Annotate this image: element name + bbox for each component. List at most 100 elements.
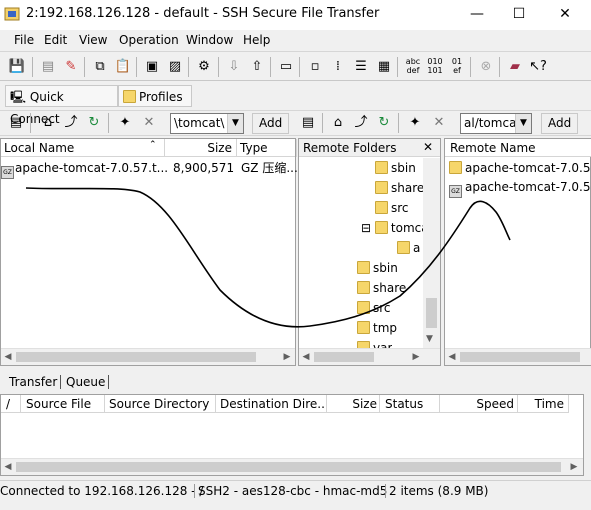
local-path-combo[interactable]: \tomcat\ ▼ [170, 113, 244, 134]
col-direction[interactable]: / [1, 395, 21, 413]
window-icon[interactable]: ▭ [276, 57, 296, 77]
transfer-list[interactable]: / Source File Source Directory Destinati… [0, 394, 584, 476]
menu-window[interactable]: Window [186, 33, 233, 47]
ascii-icon[interactable]: abc def [403, 57, 423, 77]
dropdown-arrow-icon[interactable]: ▼ [227, 114, 243, 133]
sort-chevron-icon: ⌃ [149, 140, 157, 150]
delete-icon[interactable]: ✕ [139, 113, 159, 133]
profiles-button[interactable]: Profiles [118, 85, 192, 107]
tree-item[interactable]: a [397, 239, 420, 257]
tree-vscrollbar[interactable]: ▼ [423, 158, 440, 348]
col-type[interactable]: Type [237, 139, 297, 157]
remote-dropdown-arrow-icon[interactable]: ▼ [515, 114, 531, 133]
remote-folders-pane[interactable]: Remote Folders ✕ sbin share src ⊟ tomcat… [298, 138, 441, 366]
download-icon[interactable]: ⇩ [224, 57, 244, 77]
menu-file[interactable]: File [14, 33, 34, 47]
local-hscrollbar[interactable]: ◀ ▶ [1, 348, 295, 365]
stop-icon[interactable]: ⊗ [476, 57, 496, 77]
paste-icon[interactable]: 📋 [113, 57, 133, 77]
remote-folders-title: Remote Folders [303, 141, 397, 155]
menu-edit[interactable]: Edit [44, 33, 67, 47]
tab-transfer[interactable]: Transfer [9, 375, 62, 389]
menu-view[interactable]: View [79, 33, 107, 47]
tree-item[interactable]: src [375, 199, 409, 217]
parent-folder-icon[interactable]: ⤴ [61, 113, 81, 133]
col-size[interactable]: Size [327, 395, 380, 413]
home-icon[interactable]: ⌂ [38, 113, 58, 133]
print-icon[interactable]: ▤ [38, 57, 58, 77]
context-help-icon[interactable]: ↖? [528, 57, 548, 77]
scroll-left-icon[interactable]: ◀ [1, 349, 15, 365]
upload-icon[interactable]: ⇧ [247, 57, 267, 77]
folder-icon [357, 281, 370, 294]
copy-icon[interactable]: ⧉ [90, 57, 110, 77]
col-local-name[interactable]: Local Name [1, 139, 165, 157]
save-icon[interactable]: 💾 [7, 57, 27, 77]
new-folder-icon[interactable]: ✦ [115, 113, 135, 133]
remote-parent-folder-icon[interactable]: ⤴ [351, 113, 371, 133]
col-destination-directory[interactable]: Destination Dire... [216, 395, 327, 413]
col-size[interactable]: Size [165, 139, 237, 157]
remote-view-icon[interactable]: ▤ [298, 113, 318, 133]
transfer-scroll-right-icon[interactable]: ▶ [567, 459, 581, 475]
refresh-icon[interactable]: ↻ [84, 113, 104, 133]
list-view-icon[interactable]: ☰ [351, 57, 371, 77]
col-status[interactable]: Status [380, 395, 440, 413]
remote-folders-header: Remote Folders ✕ [299, 139, 440, 157]
tree-scroll-left-icon[interactable]: ◀ [299, 349, 313, 365]
disconnect-icon[interactable]: ✎ [61, 57, 81, 77]
folder-icon [375, 181, 388, 194]
menu-help[interactable]: Help [243, 33, 270, 47]
new-filetransfer-icon[interactable]: ▨ [165, 57, 185, 77]
remote-scroll-left-icon[interactable]: ◀ [445, 349, 459, 365]
auto-mode-icon[interactable]: 01 ef [447, 57, 467, 77]
tree-item[interactable]: sbin [357, 259, 398, 277]
local-file-pane[interactable]: Local Name ⌃ Size Type GZ apache-tomcat-7… [0, 138, 298, 366]
col-speed[interactable]: Speed [440, 395, 518, 413]
tree-hscrollbar[interactable]: ◀ ▶ [299, 348, 440, 365]
large-icons-icon[interactable]: ▫ [305, 57, 325, 77]
list-item[interactable]: GZ apache-tomcat-7.0.57.t... 8,900,571 GZ… [1, 159, 298, 179]
local-add-button[interactable]: Add [252, 113, 290, 134]
small-icons-icon[interactable]: ⁞ [328, 57, 348, 77]
col-remote-name[interactable]: Remote Name [445, 139, 591, 157]
minimize-button[interactable]: — [455, 0, 499, 28]
transfer-hscrollbar[interactable]: ◀ ▶ [1, 458, 583, 475]
remote-refresh-icon[interactable]: ↻ [374, 113, 394, 133]
tab-queue[interactable]: Queue [66, 375, 110, 389]
tree-item[interactable]: share [357, 279, 406, 297]
local-view-icon[interactable]: ▤ [6, 113, 26, 133]
settings-icon[interactable]: ⚙ [194, 57, 214, 77]
quick-connect-button[interactable]: 🖳 Quick Connect [5, 85, 118, 126]
binary-icon[interactable]: 010 101 [425, 57, 445, 77]
remote-path-combo[interactable]: al/tomcat ▼ [460, 113, 532, 134]
scroll-right-icon[interactable]: ▶ [280, 349, 294, 365]
remote-add-button[interactable]: Add [541, 113, 579, 134]
tree-item[interactable]: src [357, 299, 391, 317]
col-source-file[interactable]: Source File [21, 395, 105, 413]
close-button[interactable]: ✕ [543, 0, 587, 28]
remote-new-folder-icon[interactable]: ✦ [405, 113, 425, 133]
new-terminal-icon[interactable]: ▣ [142, 57, 162, 77]
tree-scroll-right-icon[interactable]: ▶ [409, 349, 423, 365]
status-cipher: SSH2 - aes128-cbc - hmac-md5 [194, 484, 387, 498]
tree-item[interactable]: sbin [375, 159, 416, 177]
scroll-down-icon[interactable]: ▼ [426, 334, 433, 344]
menu-operation[interactable]: Operation [119, 33, 179, 47]
close-panel-icon[interactable]: ✕ [423, 140, 433, 154]
transfer-scroll-left-icon[interactable]: ◀ [1, 459, 15, 475]
list-item[interactable]: apache-tomcat-7.0.5 [449, 159, 591, 177]
tree-item[interactable]: tmp [357, 319, 397, 337]
remote-home-icon[interactable]: ⌂ [328, 113, 348, 133]
maximize-button[interactable]: ☐ [497, 0, 541, 28]
list-item[interactable]: GZ apache-tomcat-7.0.5 [449, 178, 591, 198]
remote-file-pane[interactable]: Remote Name apache-tomcat-7.0.5 GZ apache… [444, 138, 591, 366]
tree-item[interactable]: share [375, 179, 424, 197]
remote-delete-icon[interactable]: ✕ [429, 113, 449, 133]
col-source-directory[interactable]: Source Directory [105, 395, 216, 413]
details-view-icon[interactable]: ▦ [374, 57, 394, 77]
col-time[interactable]: Time [518, 395, 569, 413]
remote-hscrollbar[interactable]: ◀ [445, 348, 591, 365]
collapse-icon[interactable]: ⊟ [361, 221, 371, 235]
help-book-icon[interactable]: ▰ [505, 57, 525, 77]
